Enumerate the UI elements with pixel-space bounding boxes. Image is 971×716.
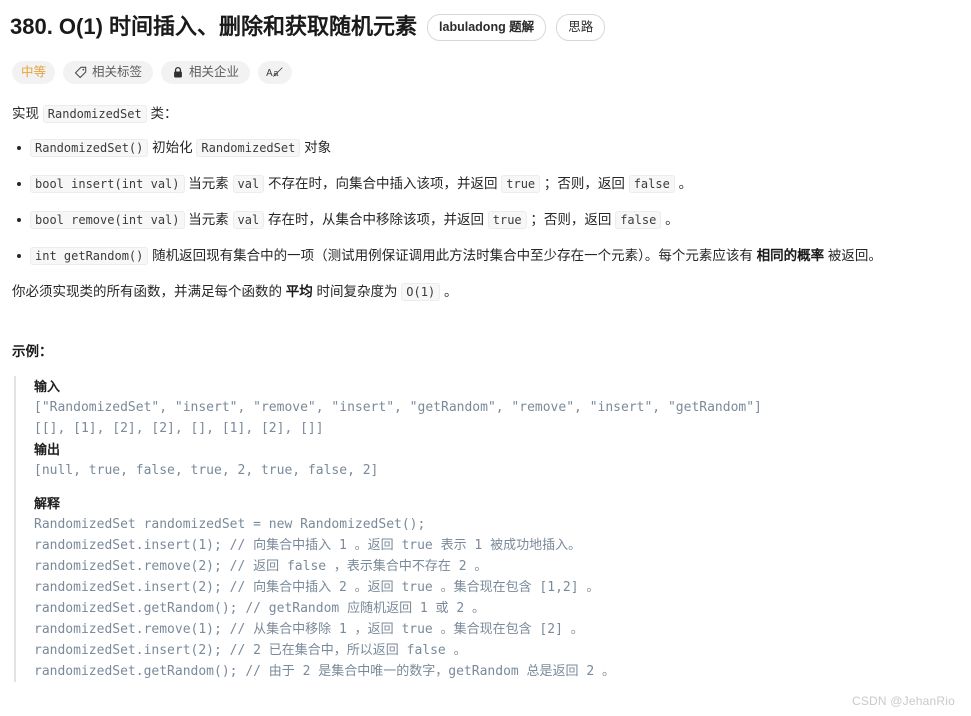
text-fragment: 对象 — [304, 140, 332, 155]
related-companies-label: 相关企业 — [189, 64, 240, 79]
text-fragment: ；否则，返回 — [543, 176, 625, 191]
related-tags-button[interactable]: 相关标签 — [63, 60, 154, 84]
text-fragment: 时间复杂度为 — [316, 284, 398, 299]
intro-paragraph: 实现 RandomizedSet 类： — [12, 102, 961, 126]
example-code-block: 输入 ["RandomizedSet", "insert", "remove",… — [14, 376, 961, 682]
input-label: 输入 — [34, 379, 61, 394]
text-fragment: 初始化 — [152, 140, 193, 155]
method-list: RandomizedSet() 初始化 RandomizedSet 对象 boo… — [8, 136, 961, 268]
inline-code: false — [628, 175, 675, 193]
example-heading: 示例： — [12, 344, 53, 359]
inline-code: true — [487, 211, 527, 229]
intro-suffix: 类： — [150, 106, 178, 121]
method-signature: bool remove(int val) — [30, 211, 185, 229]
text-fragment: 。 — [665, 212, 679, 227]
list-item: bool insert(int val) 当元素 val 不存在时，向集合中插入… — [17, 172, 961, 196]
tag-icon — [74, 66, 87, 79]
text-fragment: 随机返回现有集合中的一项（测试用例保证调用此方法时集合中至少存在一个元素）。每个… — [152, 248, 753, 263]
page-title: 380. O(1) 时间插入、删除和获取随机元素 — [10, 14, 418, 39]
list-item: bool remove(int val) 当元素 val 存在时，从集合中移除该… — [17, 208, 961, 232]
complexity-paragraph: 你必须实现类的所有函数，并满足每个函数的 平均 时间复杂度为 O(1) 。 — [12, 280, 961, 304]
csdn-watermark: CSDN @JehanRio — [851, 694, 955, 708]
text-fragment: 被返回。 — [827, 248, 882, 263]
idea-button[interactable]: 思路 — [556, 13, 606, 41]
intro-prefix: 实现 — [12, 106, 39, 121]
related-tags-label: 相关标签 — [92, 64, 143, 79]
text-fragment: 。 — [678, 176, 693, 191]
translate-button[interactable]: A a — [258, 60, 293, 84]
list-item: int getRandom() 随机返回现有集合中的一项（测试用例保证调用此方法… — [17, 244, 961, 268]
lock-icon — [172, 66, 184, 79]
inline-code: RandomizedSet — [196, 139, 301, 157]
intro-code: RandomizedSet — [42, 105, 147, 123]
input-line-2: [[], [1], [2], [2], [], [1], [2], []] — [34, 421, 324, 436]
explanation-lines: RandomizedSet randomizedSet = new Random… — [34, 517, 616, 679]
output-label: 输出 — [34, 442, 61, 457]
inline-code: val — [232, 211, 265, 229]
method-signature: bool insert(int val) — [30, 175, 185, 193]
text-fragment: 当元素 — [188, 176, 229, 191]
related-companies-button[interactable]: 相关企业 — [161, 60, 251, 84]
explanation-label: 解释 — [34, 496, 61, 511]
text-fragment: 你必须实现类的所有函数，并满足每个函数的 — [12, 284, 282, 299]
method-signature: RandomizedSet() — [30, 139, 149, 157]
input-line-1: ["RandomizedSet", "insert", "remove", "i… — [34, 400, 762, 415]
output-line: [null, true, false, true, 2, true, false… — [34, 463, 379, 478]
emphasis-text: 相同的概率 — [756, 248, 825, 263]
inline-code: val — [232, 175, 265, 193]
meta-row: 中等 相关标签 相关企业 A a — [12, 60, 961, 84]
svg-text:A: A — [266, 67, 273, 78]
method-signature: int getRandom() — [30, 247, 149, 265]
inline-code: false — [615, 211, 662, 229]
problem-page: 380. O(1) 时间插入、删除和获取随机元素 labuladong 题解 思… — [0, 0, 971, 716]
text-fragment: 当元素 — [188, 212, 229, 227]
text-fragment: 。 — [443, 284, 458, 299]
difficulty-badge: 中等 — [12, 60, 56, 84]
labuladong-solution-button[interactable]: labuladong 题解 — [427, 13, 547, 41]
inline-code: true — [501, 175, 541, 193]
emphasis-text: 平均 — [285, 284, 313, 299]
list-item: RandomizedSet() 初始化 RandomizedSet 对象 — [17, 136, 961, 160]
text-fragment: 不存在时，向集合中插入该项，并返回 — [267, 176, 498, 191]
inline-code: O(1) — [401, 283, 441, 301]
text-fragment: 存在时，从集合中移除该项，并返回 — [267, 212, 484, 227]
font-translate-icon: A a — [266, 66, 284, 79]
text-fragment: ；否则，返回 — [530, 212, 612, 227]
title-row: 380. O(1) 时间插入、删除和获取随机元素 labuladong 题解 思… — [10, 10, 961, 44]
